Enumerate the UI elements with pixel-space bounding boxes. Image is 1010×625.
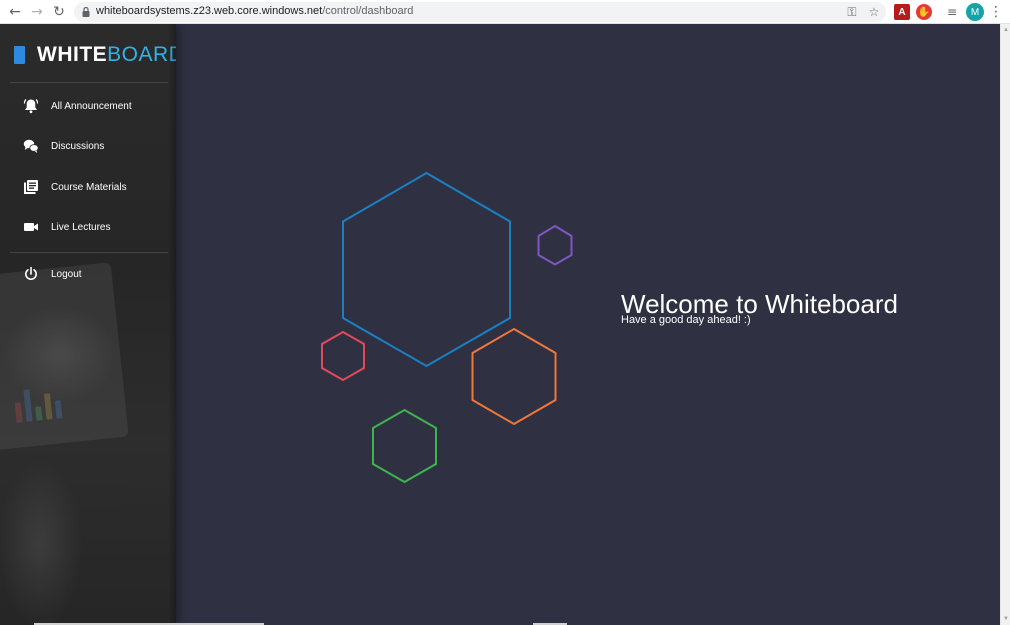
sidebar-item-live-lectures[interactable]: Live Lectures	[0, 212, 176, 242]
sidebar: WHITEBOARD All Announcement	[0, 24, 176, 625]
sidebar-item-logout[interactable]: Logout	[0, 259, 176, 289]
url-text: whiteboardsystems.z23.web.core.windows.n…	[96, 5, 414, 17]
address-bar[interactable]: whiteboardsystems.z23.web.core.windows.n…	[74, 2, 886, 22]
chat-icon	[23, 138, 39, 154]
background-tablet-photo	[0, 262, 129, 451]
sidebar-divider	[10, 82, 168, 83]
video-camera-icon	[23, 219, 39, 235]
sidebar-item-label: Live Lectures	[51, 221, 111, 233]
blue-hexagon	[342, 171, 511, 368]
media-queue-icon[interactable]: ≡	[944, 4, 960, 20]
forward-icon[interactable]: →	[28, 3, 46, 21]
scroll-up-icon[interactable]: ▲	[1003, 27, 1009, 33]
power-icon	[23, 266, 39, 282]
sidebar-item-label: All Announcement	[51, 100, 132, 112]
dashboard-page: WHITEBOARD All Announcement	[0, 24, 1000, 625]
browser-menu-icon[interactable]: ⋮	[989, 3, 1003, 21]
purple-hexagon	[537, 224, 573, 266]
sidebar-item-discussions[interactable]: Discussions	[0, 131, 176, 161]
sidebar-item-all-announcement[interactable]: All Announcement	[0, 91, 176, 121]
sidebar-item-course-materials[interactable]: Course Materials	[0, 172, 176, 202]
sidebar-divider	[10, 252, 168, 253]
lock-icon	[82, 7, 90, 17]
sidebar-item-label: Discussions	[51, 140, 105, 152]
star-icon[interactable]: ☆	[866, 4, 882, 20]
logo-mark-icon	[14, 46, 25, 64]
pdf-extension-icon[interactable]: A	[894, 4, 910, 20]
sidebar-item-label: Course Materials	[51, 181, 127, 193]
profile-avatar[interactable]: M	[966, 3, 984, 21]
red-hexagon	[321, 330, 365, 382]
bell-icon	[23, 98, 39, 114]
adblock-extension-icon[interactable]: ✋	[916, 4, 932, 20]
reload-icon[interactable]: ↻	[50, 3, 68, 21]
green-hexagon	[372, 408, 437, 484]
hexagon-illustration	[321, 171, 573, 484]
page-scrollbar[interactable]: ▲ ▼	[1000, 24, 1010, 625]
whiteboard-logo[interactable]: WHITEBOARD	[14, 43, 176, 66]
browser-toolbar: ← → ↻ whiteboardsystems.z23.web.core.win…	[0, 0, 1010, 24]
welcome-subtitle: Have a good day ahead! :)	[621, 314, 751, 326]
orange-hexagon	[471, 327, 557, 426]
scroll-down-icon[interactable]: ▼	[1003, 616, 1009, 622]
key-icon[interactable]: ⚿	[844, 4, 860, 20]
library-icon	[23, 179, 39, 195]
back-icon[interactable]: ←	[6, 3, 24, 21]
sidebar-item-label: Logout	[51, 268, 82, 280]
